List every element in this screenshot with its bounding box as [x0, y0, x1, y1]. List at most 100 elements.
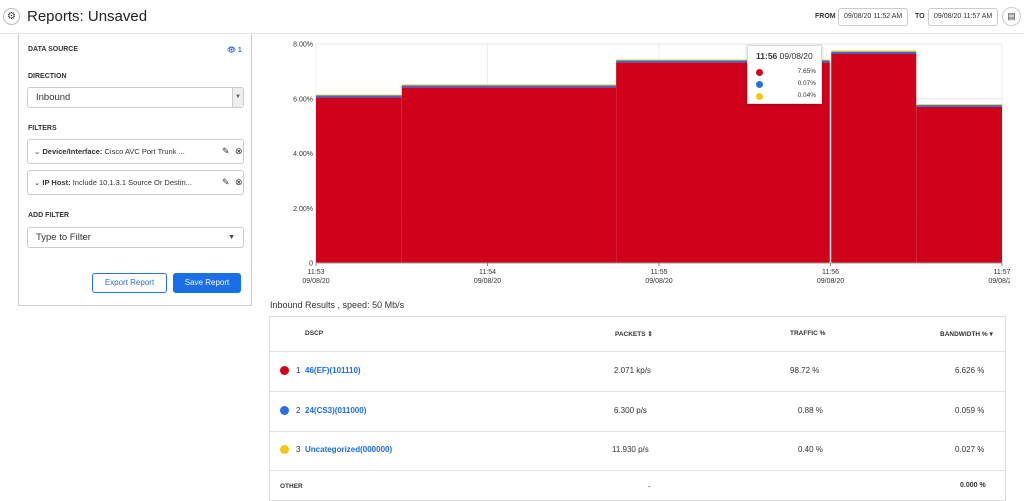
area-blue-segment	[916, 105, 1002, 107]
series-dot	[280, 445, 289, 454]
area-yellow-segment	[830, 50, 917, 52]
area-red-segment	[830, 53, 917, 263]
filter-value: Cisco AVC Port Trunk ...	[104, 147, 185, 156]
area-yellow-segment	[401, 84, 617, 86]
col-packets[interactable]: PACKETS ⇕	[615, 330, 653, 338]
row-divider	[270, 351, 1005, 352]
eye-icon: 👁	[227, 47, 236, 54]
other-packets: -	[648, 482, 651, 491]
filter-device-interface[interactable]: ⌄ Device/Interface: Cisco AVC Port Trunk…	[27, 139, 244, 164]
x-tick-date: 09/08/20	[302, 278, 329, 285]
filter-value: Include 10.1.3.1 Source Or Destin...	[72, 178, 192, 187]
filter-key: Device/Interface:	[42, 147, 103, 156]
report-sidebar: DATA SOURCE 👁 1 DIRECTION Inbound ▼ FILT…	[18, 34, 252, 306]
results-table: DSCP PACKETS ⇕ TRAFFIC % BANDWIDTH % ▾ 1…	[269, 316, 1006, 501]
tooltip-date: 09/08/20	[779, 51, 813, 61]
area-red-segment	[316, 97, 402, 263]
direction-value: Inbound	[36, 92, 71, 103]
series-dot	[280, 406, 289, 415]
dscp-link[interactable]: Uncategorized(000000)	[305, 445, 392, 454]
area-blue-segment	[830, 51, 917, 54]
area-red-segment	[401, 87, 617, 263]
x-tick-date: 09/08/20	[817, 278, 844, 285]
save-report-button[interactable]: Save Report	[173, 273, 241, 293]
tooltip-row: 7.65%	[756, 68, 816, 77]
filter-key: IP Host:	[42, 178, 71, 187]
calendar-icon[interactable]: ▤	[1002, 7, 1021, 26]
data-source-toggle[interactable]: 👁 1	[227, 46, 242, 54]
direction-select[interactable]: Inbound ▼	[27, 87, 244, 108]
x-tick-date: 09/08/20	[988, 278, 1010, 285]
bandwidth-value: 6.626 %	[955, 366, 985, 375]
to-label: TO	[915, 13, 925, 20]
other-bandwidth: 0.000 %	[960, 482, 986, 489]
row-index: 1	[296, 366, 301, 375]
export-report-button[interactable]: Export Report	[92, 273, 167, 293]
bandwidth-value: 0.059 %	[955, 406, 985, 415]
edit-icon[interactable]: ✎	[222, 171, 230, 194]
series-dot	[280, 366, 289, 375]
chevron-down-icon[interactable]: ⌄	[34, 147, 40, 156]
remove-icon[interactable]: ⊗	[235, 140, 243, 163]
tooltip-value: 0.04%	[797, 92, 816, 99]
x-tick-time: 11:54	[479, 269, 496, 276]
packets-value: 2.071 kp/s	[614, 366, 651, 375]
packets-value: 11.930 p/s	[612, 445, 649, 454]
x-tick-date: 09/08/20	[645, 278, 672, 285]
row-divider	[270, 431, 1005, 432]
data-source-count: 1	[237, 47, 242, 54]
series-dot	[756, 93, 763, 100]
area-blue-segment	[401, 85, 617, 88]
from-label: FROM	[815, 13, 836, 20]
tooltip-value: 7.65%	[797, 68, 816, 75]
x-tick-time: 11:56	[822, 269, 839, 276]
dscp-link[interactable]: 46(EF)(101110)	[305, 366, 361, 375]
row-index: 3	[296, 445, 301, 454]
col-dscp[interactable]: DSCP	[305, 330, 323, 337]
add-filter-label: ADD FILTER	[28, 212, 70, 219]
direction-label: DIRECTION	[28, 73, 67, 80]
from-date-input[interactable]: 09/08/20 11:52 AM	[838, 8, 909, 26]
row-index: 2	[296, 406, 301, 415]
row-divider	[270, 470, 1005, 471]
traffic-value: 0.40 %	[798, 445, 823, 454]
x-tick-date: 09/08/20	[474, 278, 501, 285]
y-tick-label: 6.00%	[293, 96, 313, 103]
area-yellow-segment	[916, 104, 1002, 106]
tooltip-row: 0.07%	[756, 80, 816, 89]
chart-tooltip: 11:56 09/08/20 7.65% 0.07% 0.04%	[747, 45, 822, 104]
x-tick-time: 11:55	[651, 269, 668, 276]
series-dot	[756, 81, 763, 88]
select-arrow-icon: ▼	[232, 88, 243, 107]
caret-down-icon: ▼	[228, 234, 235, 241]
row-divider	[270, 391, 1005, 392]
y-tick-label: 8.00%	[293, 42, 313, 49]
tooltip-title: 11:56 09/08/20	[756, 51, 813, 61]
edit-icon[interactable]: ✎	[222, 140, 230, 163]
y-tick-label: 0	[309, 261, 313, 268]
series-dot	[756, 69, 763, 76]
chevron-down-icon[interactable]: ⌄	[34, 178, 40, 187]
page-title: Reports: Unsaved	[27, 8, 148, 25]
packets-value: 6.300 p/s	[614, 406, 647, 415]
traffic-value: 98.72 %	[790, 366, 820, 375]
area-yellow-segment	[316, 94, 402, 96]
settings-icon[interactable]: ⚙	[3, 8, 20, 25]
col-bandwidth[interactable]: BANDWIDTH % ▾	[940, 330, 993, 338]
to-date-input[interactable]: 09/08/20 11:57 AM	[928, 8, 999, 26]
col-traffic[interactable]: TRAFFIC %	[790, 330, 825, 337]
other-label: OTHER	[280, 483, 303, 490]
filter-ip-host[interactable]: ⌄ IP Host: Include 10.1.3.1 Source Or De…	[27, 170, 244, 195]
area-red-segment	[916, 106, 1002, 264]
traffic-area-chart[interactable]: 0 2.00% 4.00% 6.00% 8.00% 11:53 09/08/20 11:54 0…	[260, 34, 1010, 294]
add-filter-dropdown[interactable]: Type to Filter ▼	[27, 227, 244, 248]
page-header: ⚙ Reports: Unsaved FROM 09/08/20 11:52 A…	[0, 0, 1024, 34]
dscp-link[interactable]: 24(CS3)(011000)	[305, 406, 366, 415]
filters-label: FILTERS	[28, 125, 57, 132]
remove-icon[interactable]: ⊗	[235, 171, 243, 194]
x-tick-time: 11:57	[994, 269, 1011, 276]
add-filter-placeholder: Type to Filter	[36, 232, 91, 243]
y-tick-label: 4.00%	[293, 151, 313, 158]
tooltip-row: 0.04%	[756, 92, 816, 101]
tooltip-time: 11:56	[756, 51, 778, 61]
